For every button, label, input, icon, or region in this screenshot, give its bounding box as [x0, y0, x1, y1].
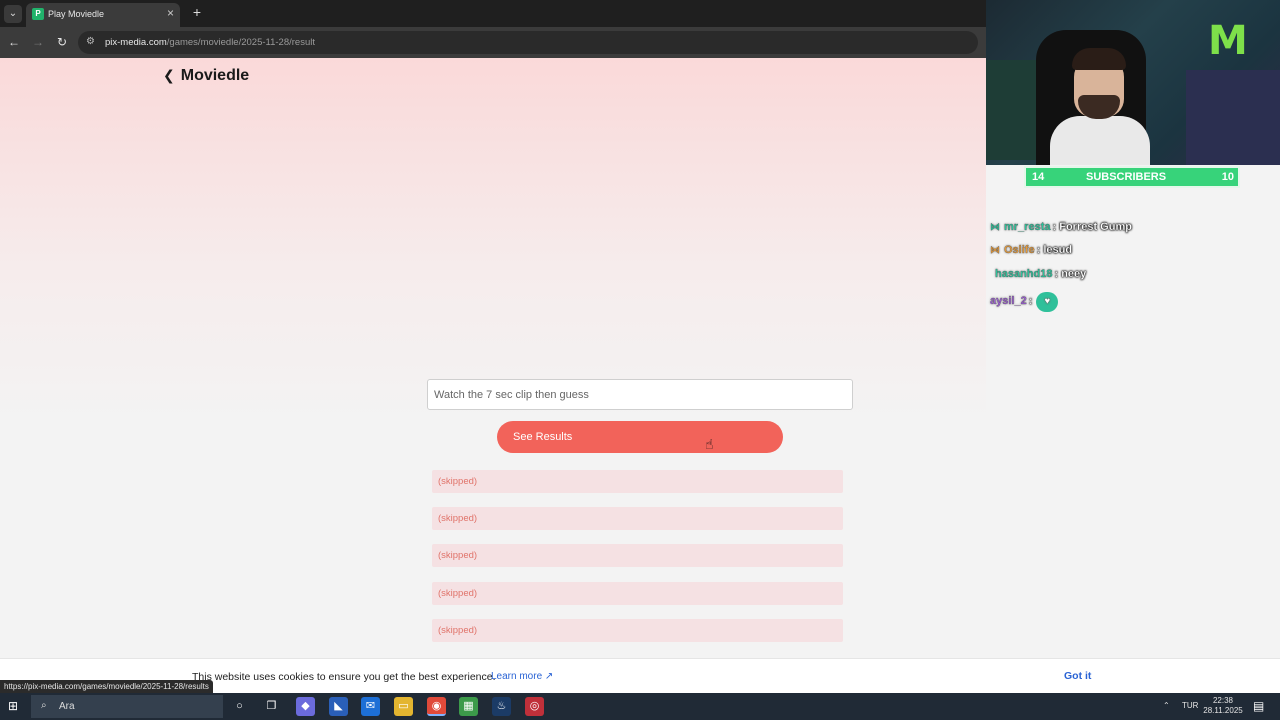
attempt-row: (skipped): [432, 507, 843, 530]
new-tab-icon[interactable]: +: [188, 3, 206, 21]
taskbar-clock[interactable]: 22:38 28.11.2025: [1200, 696, 1246, 716]
site-info-icon[interactable]: ⚙: [86, 36, 95, 47]
browser-tab-bar: ⌄ P Play Moviedle × +: [0, 0, 986, 27]
tray-expand-icon[interactable]: ⌃: [1163, 701, 1170, 710]
store-icon[interactable]: ▦: [459, 697, 478, 716]
url-host: pix-media.com: [105, 37, 167, 48]
file-explorer-icon[interactable]: ▭: [394, 697, 413, 716]
heart-emote-icon: ♥: [1036, 292, 1059, 312]
search-icon: ⌕: [41, 700, 47, 711]
streamer-body: [1050, 116, 1150, 165]
tab-title: Play Moviedle: [48, 9, 105, 19]
energy-drink-logo-icon: Ⅿ: [1208, 19, 1248, 63]
cortana-icon[interactable]: ○: [230, 697, 249, 716]
task-view-icon[interactable]: ❐: [262, 697, 281, 716]
chat-message: aysil_2: ♥: [990, 292, 1059, 312]
address-bar[interactable]: ⚙ pix-media.com/games/moviedle/2025-11-2…: [78, 31, 978, 54]
attempt-row: (skipped): [432, 544, 843, 567]
close-tab-icon[interactable]: ×: [167, 6, 174, 20]
subscriber-label: SUBSCRIBERS: [1086, 171, 1167, 183]
chat-message: ⋈ mr_resta: Forrest Gump: [990, 221, 1132, 233]
moviedle-page: ❮ Moviedle See Results ☝ (skipped) (skipp…: [0, 58, 986, 658]
chat-separator: :: [1054, 268, 1059, 280]
steam-icon[interactable]: ♨: [492, 697, 511, 716]
app-icon[interactable]: ◣: [329, 697, 348, 716]
subscriber-count: 14: [1032, 171, 1045, 183]
attempt-row: (skipped): [432, 470, 843, 493]
windows-start-icon[interactable]: ⊞: [8, 700, 21, 713]
chat-separator: :: [1028, 295, 1033, 307]
url-text: pix-media.com/games/moviedle/2025-11-28/…: [105, 37, 315, 48]
moviedle-favicon-icon: P: [32, 8, 44, 20]
clock-time: 22:38: [1212, 696, 1234, 705]
chat-badge-icon: ⋈: [990, 222, 1000, 233]
reload-icon[interactable]: ↻: [54, 34, 70, 50]
chat-message: ⋈ Oslife: lesud: [990, 244, 1072, 256]
guess-input[interactable]: [427, 379, 853, 410]
notification-icon[interactable]: ▤: [1253, 699, 1264, 713]
mail-icon[interactable]: ✉: [361, 697, 380, 716]
chat-message: hasanhd18: neey: [995, 268, 1086, 280]
subscriber-goal-bar: 14 SUBSCRIBERS 10: [1024, 166, 1240, 188]
attempt-row: (skipped): [432, 619, 843, 642]
streamer-hair: [1072, 48, 1126, 70]
taskbar-search-label: Ara: [59, 701, 75, 712]
chat-username: mr_resta: [1004, 221, 1051, 233]
external-link-icon: ↗: [544, 671, 554, 682]
browser-tab[interactable]: P Play Moviedle ×: [26, 3, 180, 27]
cookie-message: This website uses cookies to ensure you …: [192, 671, 496, 683]
taskbar-search[interactable]: ⌕ Ara: [31, 695, 223, 718]
url-path: /games/moviedle/2025-11-28/result: [166, 37, 315, 48]
chevron-left-icon: ❮: [163, 67, 175, 83]
chat-text: Forrest Gump: [1059, 221, 1132, 233]
chat-username: Oslife: [1004, 244, 1035, 256]
chrome-icon[interactable]: ◉: [427, 697, 446, 716]
subscriber-goal: 10: [1221, 171, 1234, 183]
webcam-background-shelf: [986, 60, 1036, 160]
back-arrow-icon[interactable]: ←: [6, 34, 22, 50]
browser-toolbar: ← → ↻ ⚙ pix-media.com/games/moviedle/202…: [0, 27, 986, 58]
forward-arrow-icon[interactable]: →: [30, 34, 46, 50]
chat-username: aysil_2: [990, 295, 1027, 307]
clock-date: 28.11.2025: [1203, 706, 1243, 715]
chat-separator: :: [1036, 244, 1041, 256]
recording-app-icon[interactable]: ◎: [525, 697, 544, 716]
webcam-feed: Ⅿ: [986, 0, 1280, 165]
stream-overlay: Ⅿ 14 SUBSCRIBERS 10 ⋈ mr_resta: Forrest G…: [986, 0, 1280, 658]
webcam-background-shelf: [1186, 70, 1280, 165]
language-indicator[interactable]: TUR: [1182, 701, 1198, 710]
chat-separator: :: [1052, 221, 1057, 233]
link-status-url: https://pix-media.com/games/moviedle/202…: [0, 680, 213, 693]
see-results-button[interactable]: See Results: [497, 421, 783, 453]
chat-text: neey: [1061, 268, 1087, 280]
chat-username: hasanhd18: [995, 268, 1053, 280]
chat-badge-icon: ⋈: [990, 245, 1000, 256]
learn-more-link[interactable]: Learn more ↗: [491, 671, 553, 682]
back-link[interactable]: ❮ Moviedle: [163, 67, 249, 85]
tab-search-menu-icon[interactable]: ⌄: [4, 5, 22, 23]
copilot-icon[interactable]: ◆: [296, 697, 315, 716]
windows-taskbar: ⊞ ⌕ Ara ○ ❐ ◆ ◣ ✉ ▭ ◉ ▦ ♨ ◎ ⌃ TUR 22:38 …: [0, 693, 1280, 720]
hand-cursor-icon: ☝: [705, 436, 714, 452]
learn-more-label: Learn more: [491, 671, 543, 682]
page-title: Moviedle: [180, 67, 250, 84]
chat-text: lesud: [1043, 244, 1073, 256]
got-it-button[interactable]: Got it: [1064, 670, 1091, 682]
attempt-row: (skipped): [432, 582, 843, 605]
